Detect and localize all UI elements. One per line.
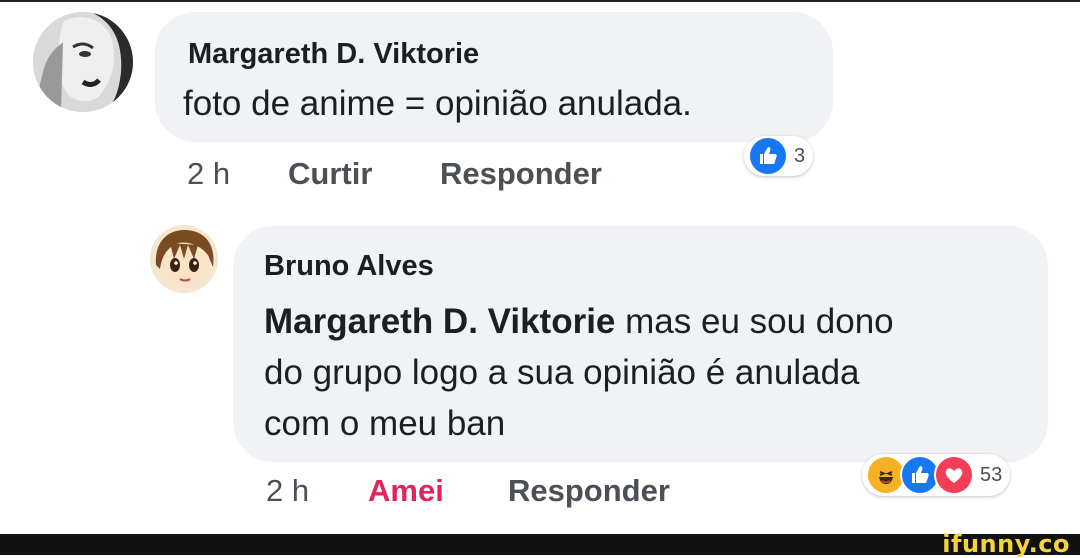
watermark-logo: ifunny.co	[942, 530, 1070, 558]
reply-action[interactable]: Responder	[440, 156, 602, 192]
reply-action[interactable]: Responder	[508, 473, 670, 509]
like-action[interactable]: Curtir	[288, 156, 372, 192]
like-icon	[748, 136, 788, 176]
avatar-margareth[interactable]	[33, 12, 133, 112]
mention-tag[interactable]: Margareth D. Viktorie	[264, 302, 615, 341]
comment-text-line: do grupo logo a sua opinião é anulada	[264, 353, 860, 392]
reaction-summary-bruno[interactable]: 53	[862, 454, 1011, 496]
comment-text: Margareth D. Viktorie mas eu sou dono do…	[264, 296, 894, 449]
reaction-count: 53	[980, 463, 1003, 486]
footer-bar	[0, 534, 1080, 555]
portrait-image	[33, 12, 133, 112]
comment-text-line: mas eu sou dono	[615, 302, 894, 341]
love-icon	[934, 455, 974, 495]
comment-time[interactable]: 2 h	[266, 473, 309, 509]
avatar-bruno[interactable]	[150, 225, 218, 293]
comment-bubble-bruno: Bruno Alves Margareth D. Viktorie mas eu…	[233, 226, 1048, 462]
comment-author[interactable]: Bruno Alves	[264, 250, 434, 283]
comment-text-line: com o meu ban	[264, 404, 506, 443]
reaction-count: 3	[794, 144, 806, 167]
reaction-summary-margareth[interactable]: 3	[744, 136, 814, 176]
comment-bubble-margareth: Margareth D. Viktorie foto de anime = op…	[155, 12, 833, 142]
love-action[interactable]: Amei	[368, 473, 444, 509]
top-border	[0, 0, 1080, 2]
comment-time[interactable]: 2 h	[187, 156, 230, 192]
comment-text: foto de anime = opinião anulada.	[183, 84, 692, 123]
comment-author[interactable]: Margareth D. Viktorie	[188, 38, 479, 71]
anime-avatar-image	[150, 225, 218, 293]
